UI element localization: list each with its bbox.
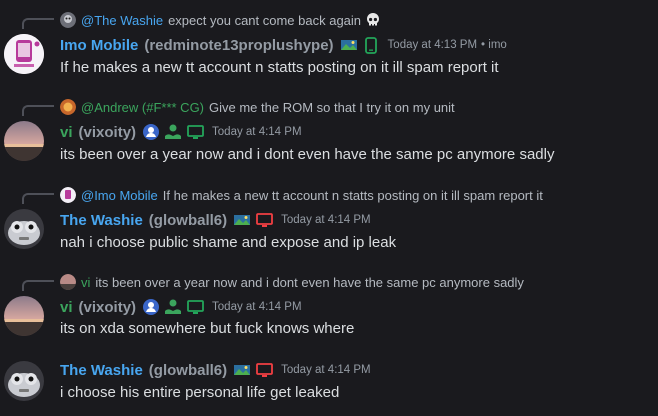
reply-connector xyxy=(22,193,54,204)
reply-author[interactable]: @The Washie xyxy=(81,13,163,28)
author-handle[interactable]: (vixoity) xyxy=(79,299,137,316)
message-content: its on xda somewhere but fuck knows wher… xyxy=(60,320,355,337)
role-badge-icon xyxy=(340,36,358,54)
message-item[interactable]: @Andrew (#F*** CG) Give me the ROM so th… xyxy=(0,95,658,175)
timestamp[interactable]: Today at 4:14 PM xyxy=(281,214,371,226)
message-suffix: • imo xyxy=(481,39,507,51)
skull-emoji-icon xyxy=(367,13,380,26)
message-content: its been over a year now and i dont even… xyxy=(60,146,555,163)
support-badge-icon xyxy=(164,298,182,316)
timestamp[interactable]: Today at 4:13 PM xyxy=(388,39,478,51)
reply-text: expect you cant come back again xyxy=(168,12,362,28)
avatar[interactable] xyxy=(4,209,44,249)
message-item[interactable]: vi its been over a year now and i dont e… xyxy=(0,270,658,350)
avatar[interactable] xyxy=(4,34,44,74)
desktop-icon xyxy=(255,361,273,379)
reply-preview[interactable]: @Imo Mobile If he makes a new tt account… xyxy=(60,185,543,205)
reply-avatar xyxy=(60,12,76,28)
author-handle[interactable]: (redminote13proplushype) xyxy=(144,37,333,54)
author-handle[interactable]: (glowball6) xyxy=(149,362,227,379)
author-name[interactable]: vi xyxy=(60,299,73,316)
reply-text: Give me the ROM so that I try it on my u… xyxy=(209,99,455,115)
author-name[interactable]: vi xyxy=(60,124,73,141)
message-header: vi (vixoity) Today at 4:14 PM xyxy=(60,298,302,316)
timestamp[interactable]: Today at 4:14 PM xyxy=(212,301,302,313)
desktop-icon xyxy=(255,211,273,229)
author-name[interactable]: Imo Mobile xyxy=(60,37,138,54)
role-badge-icon xyxy=(233,361,251,379)
message-item[interactable]: The Washie (glowball6) Today at 4:14 PM … xyxy=(0,359,658,415)
reply-avatar xyxy=(60,187,76,203)
reply-avatar xyxy=(60,274,76,290)
author-name[interactable]: The Washie xyxy=(60,362,143,379)
author-handle[interactable]: (glowball6) xyxy=(149,212,227,229)
staff-badge-icon xyxy=(142,123,160,141)
avatar[interactable] xyxy=(4,121,44,161)
message-item[interactable]: @The Washie expect you cant come back ag… xyxy=(0,8,658,80)
reply-avatar xyxy=(60,99,76,115)
reply-connector xyxy=(22,105,54,116)
reply-connector xyxy=(22,280,54,291)
message-header: The Washie (glowball6) Today at 4:14 PM xyxy=(60,211,371,229)
author-name[interactable]: The Washie xyxy=(60,212,143,229)
mobile-icon xyxy=(362,36,380,54)
avatar[interactable] xyxy=(4,296,44,336)
message-content: nah i choose public shame and expose and… xyxy=(60,234,397,251)
reply-author[interactable]: @Andrew (#F*** CG) xyxy=(81,100,204,115)
message-header: Imo Mobile (redminote13proplushype) Toda… xyxy=(60,36,507,54)
desktop-icon xyxy=(186,298,204,316)
message-item[interactable]: @Imo Mobile If he makes a new tt account… xyxy=(0,183,658,263)
reply-author[interactable]: vi xyxy=(81,275,90,290)
timestamp[interactable]: Today at 4:14 PM xyxy=(281,364,371,376)
timestamp[interactable]: Today at 4:14 PM xyxy=(212,126,302,138)
reply-text: If he makes a new tt account n statts po… xyxy=(162,187,543,203)
reply-author[interactable]: @Imo Mobile xyxy=(81,188,158,203)
reply-preview[interactable]: vi its been over a year now and i dont e… xyxy=(60,272,524,292)
staff-badge-icon xyxy=(142,298,160,316)
reply-text: its been over a year now and i dont even… xyxy=(95,274,524,290)
avatar[interactable] xyxy=(4,361,44,401)
role-badge-icon xyxy=(233,211,251,229)
support-badge-icon xyxy=(164,123,182,141)
message-content: i choose his entire personal life get le… xyxy=(60,384,340,401)
reply-preview[interactable]: @Andrew (#F*** CG) Give me the ROM so th… xyxy=(60,97,455,117)
desktop-icon xyxy=(186,123,204,141)
author-handle[interactable]: (vixoity) xyxy=(79,124,137,141)
reply-connector xyxy=(22,18,54,29)
message-header: The Washie (glowball6) Today at 4:14 PM xyxy=(60,361,371,379)
reply-preview[interactable]: @The Washie expect you cant come back ag… xyxy=(60,10,381,30)
message-header: vi (vixoity) Today at 4:14 PM xyxy=(60,123,302,141)
message-content: If he makes a new tt account n statts po… xyxy=(60,59,499,76)
